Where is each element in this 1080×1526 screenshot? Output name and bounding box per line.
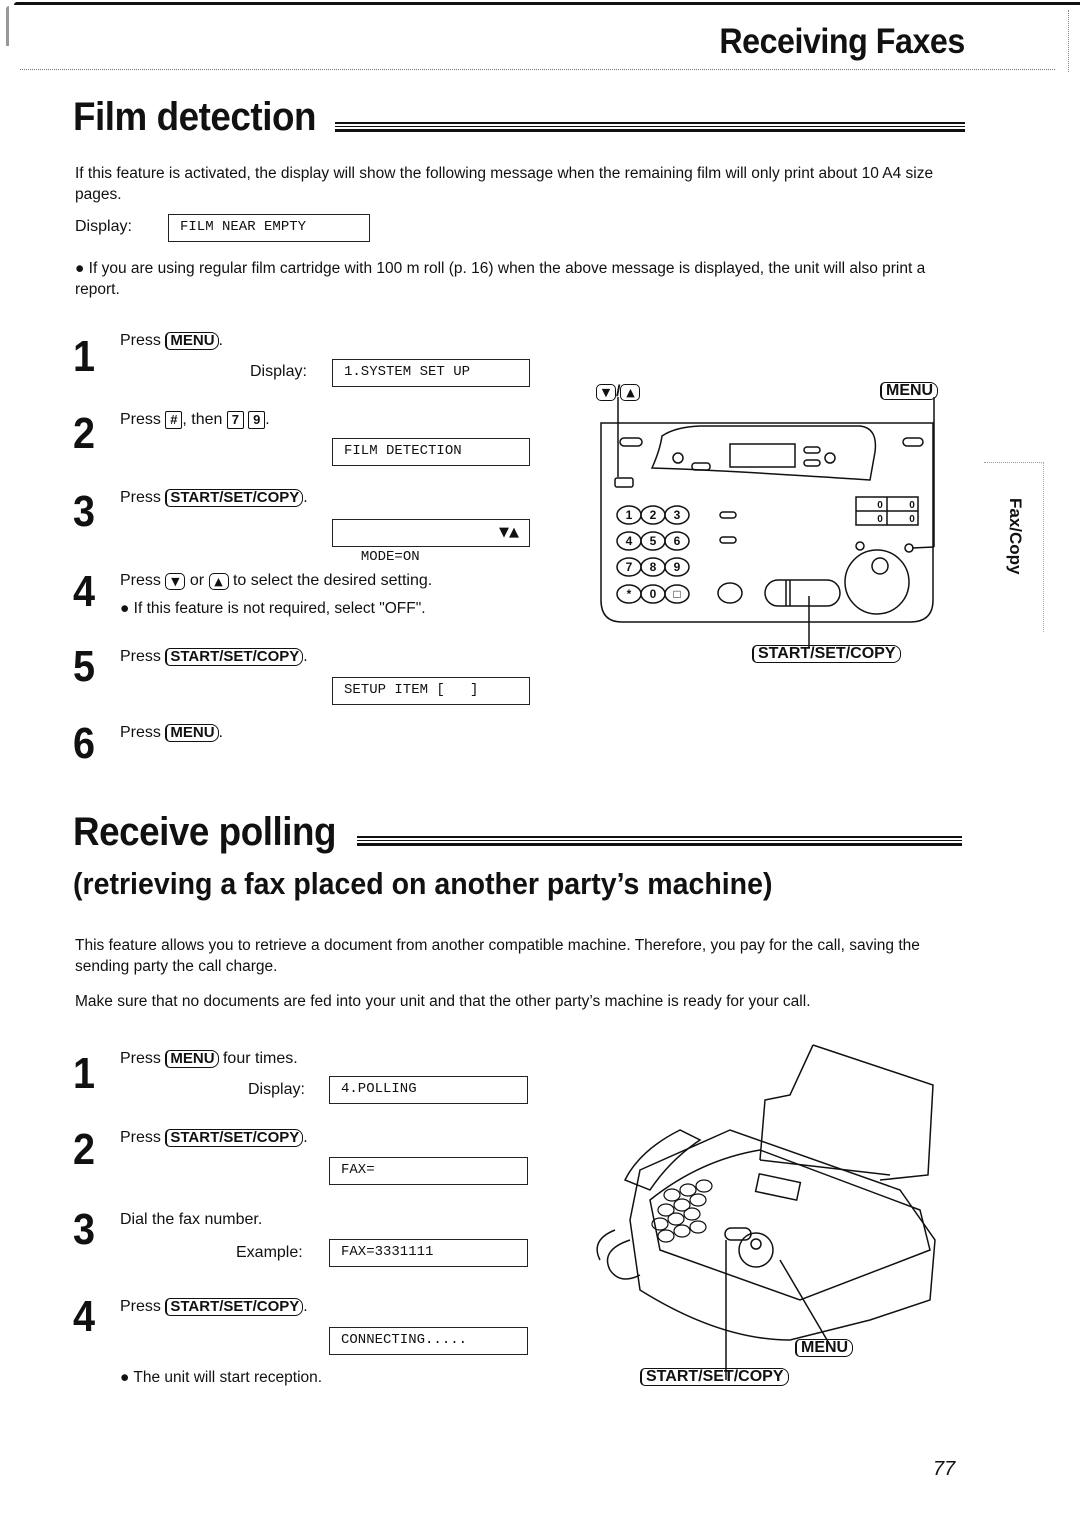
step-number: 4 <box>73 1292 96 1341</box>
fax-keypad-buttons <box>651 1179 713 1243</box>
step-after: . <box>303 1129 308 1146</box>
keypad-key: * <box>627 587 632 601</box>
display-label: Display: <box>248 1081 305 1098</box>
keypad-key: 6 <box>674 534 681 548</box>
keypad-key: 7 <box>626 560 633 574</box>
start-set-copy-key: START/SET/COPY <box>165 1129 304 1147</box>
receive-polling-para-1: This feature allows you to retrieve a do… <box>75 937 920 975</box>
keypad-key: 5 <box>650 534 657 548</box>
step-press: Press <box>120 1129 161 1146</box>
example-label: Example: <box>236 1244 303 1261</box>
start-set-copy-callout: START/SET/COPY <box>640 1368 789 1386</box>
keypad-key: 8 <box>650 560 657 574</box>
start-set-copy-key: START/SET/COPY <box>640 1368 789 1386</box>
bullet-icon: ● <box>120 1369 134 1386</box>
lcd-display: CONNECTING..... <box>329 1327 528 1355</box>
keypad-key: 0 <box>650 587 657 601</box>
menu-callout: MENU <box>795 1339 854 1357</box>
step-number: 2 <box>73 1125 96 1174</box>
counter-digit: 0 <box>877 514 883 525</box>
section-title-receive-polling: Receive polling <box>73 810 337 854</box>
start-set-copy-key: START/SET/COPY <box>165 1298 304 1316</box>
note-text: The unit will start reception. <box>133 1369 323 1386</box>
counter-digit: 0 <box>909 514 915 525</box>
keypad-key: 2 <box>650 508 657 522</box>
step-number: 3 <box>73 1205 96 1254</box>
step-after: four times. <box>222 1050 298 1067</box>
step-instruction: Press START/SET/COPY. <box>120 1128 308 1148</box>
step-instruction: Press MENU four times. <box>120 1049 298 1069</box>
step-press: Press <box>120 1298 161 1315</box>
lcd-display: 4.POLLING <box>329 1076 528 1104</box>
counter-digit: 0 <box>877 500 883 511</box>
section-subtitle: (retrieving a fax placed on another part… <box>73 866 773 901</box>
lcd-display: FAX=3331111 <box>329 1239 528 1267</box>
step-instruction: Dial the fax number. <box>120 1211 263 1228</box>
step-after: . <box>303 1298 308 1315</box>
step-number: 1 <box>73 1049 96 1098</box>
side-tab-label: Fax/Copy <box>1006 498 1025 575</box>
keypad-key: □ <box>673 587 680 601</box>
step-note: ● The unit will start reception. <box>120 1368 322 1388</box>
menu-key: MENU <box>795 1339 854 1357</box>
keypad-key: 4 <box>626 534 633 548</box>
keypad-key: 1 <box>626 508 633 522</box>
counter-digit: 0 <box>909 500 915 511</box>
keypad-key: 9 <box>674 560 681 574</box>
page-number: 77 <box>933 1458 956 1480</box>
receive-polling-para-2: Make sure that no documents are fed into… <box>75 993 811 1010</box>
step-press: Press <box>120 1050 161 1067</box>
menu-key: MENU <box>165 1050 219 1068</box>
step-instruction: Press START/SET/COPY. <box>120 1297 308 1317</box>
lcd-display: FAX= <box>329 1157 528 1185</box>
title-rule <box>357 836 962 846</box>
control-panel-outline <box>600 397 935 648</box>
fax-machine-illustration <box>596 1044 936 1380</box>
keypad-key: 3 <box>674 508 681 522</box>
